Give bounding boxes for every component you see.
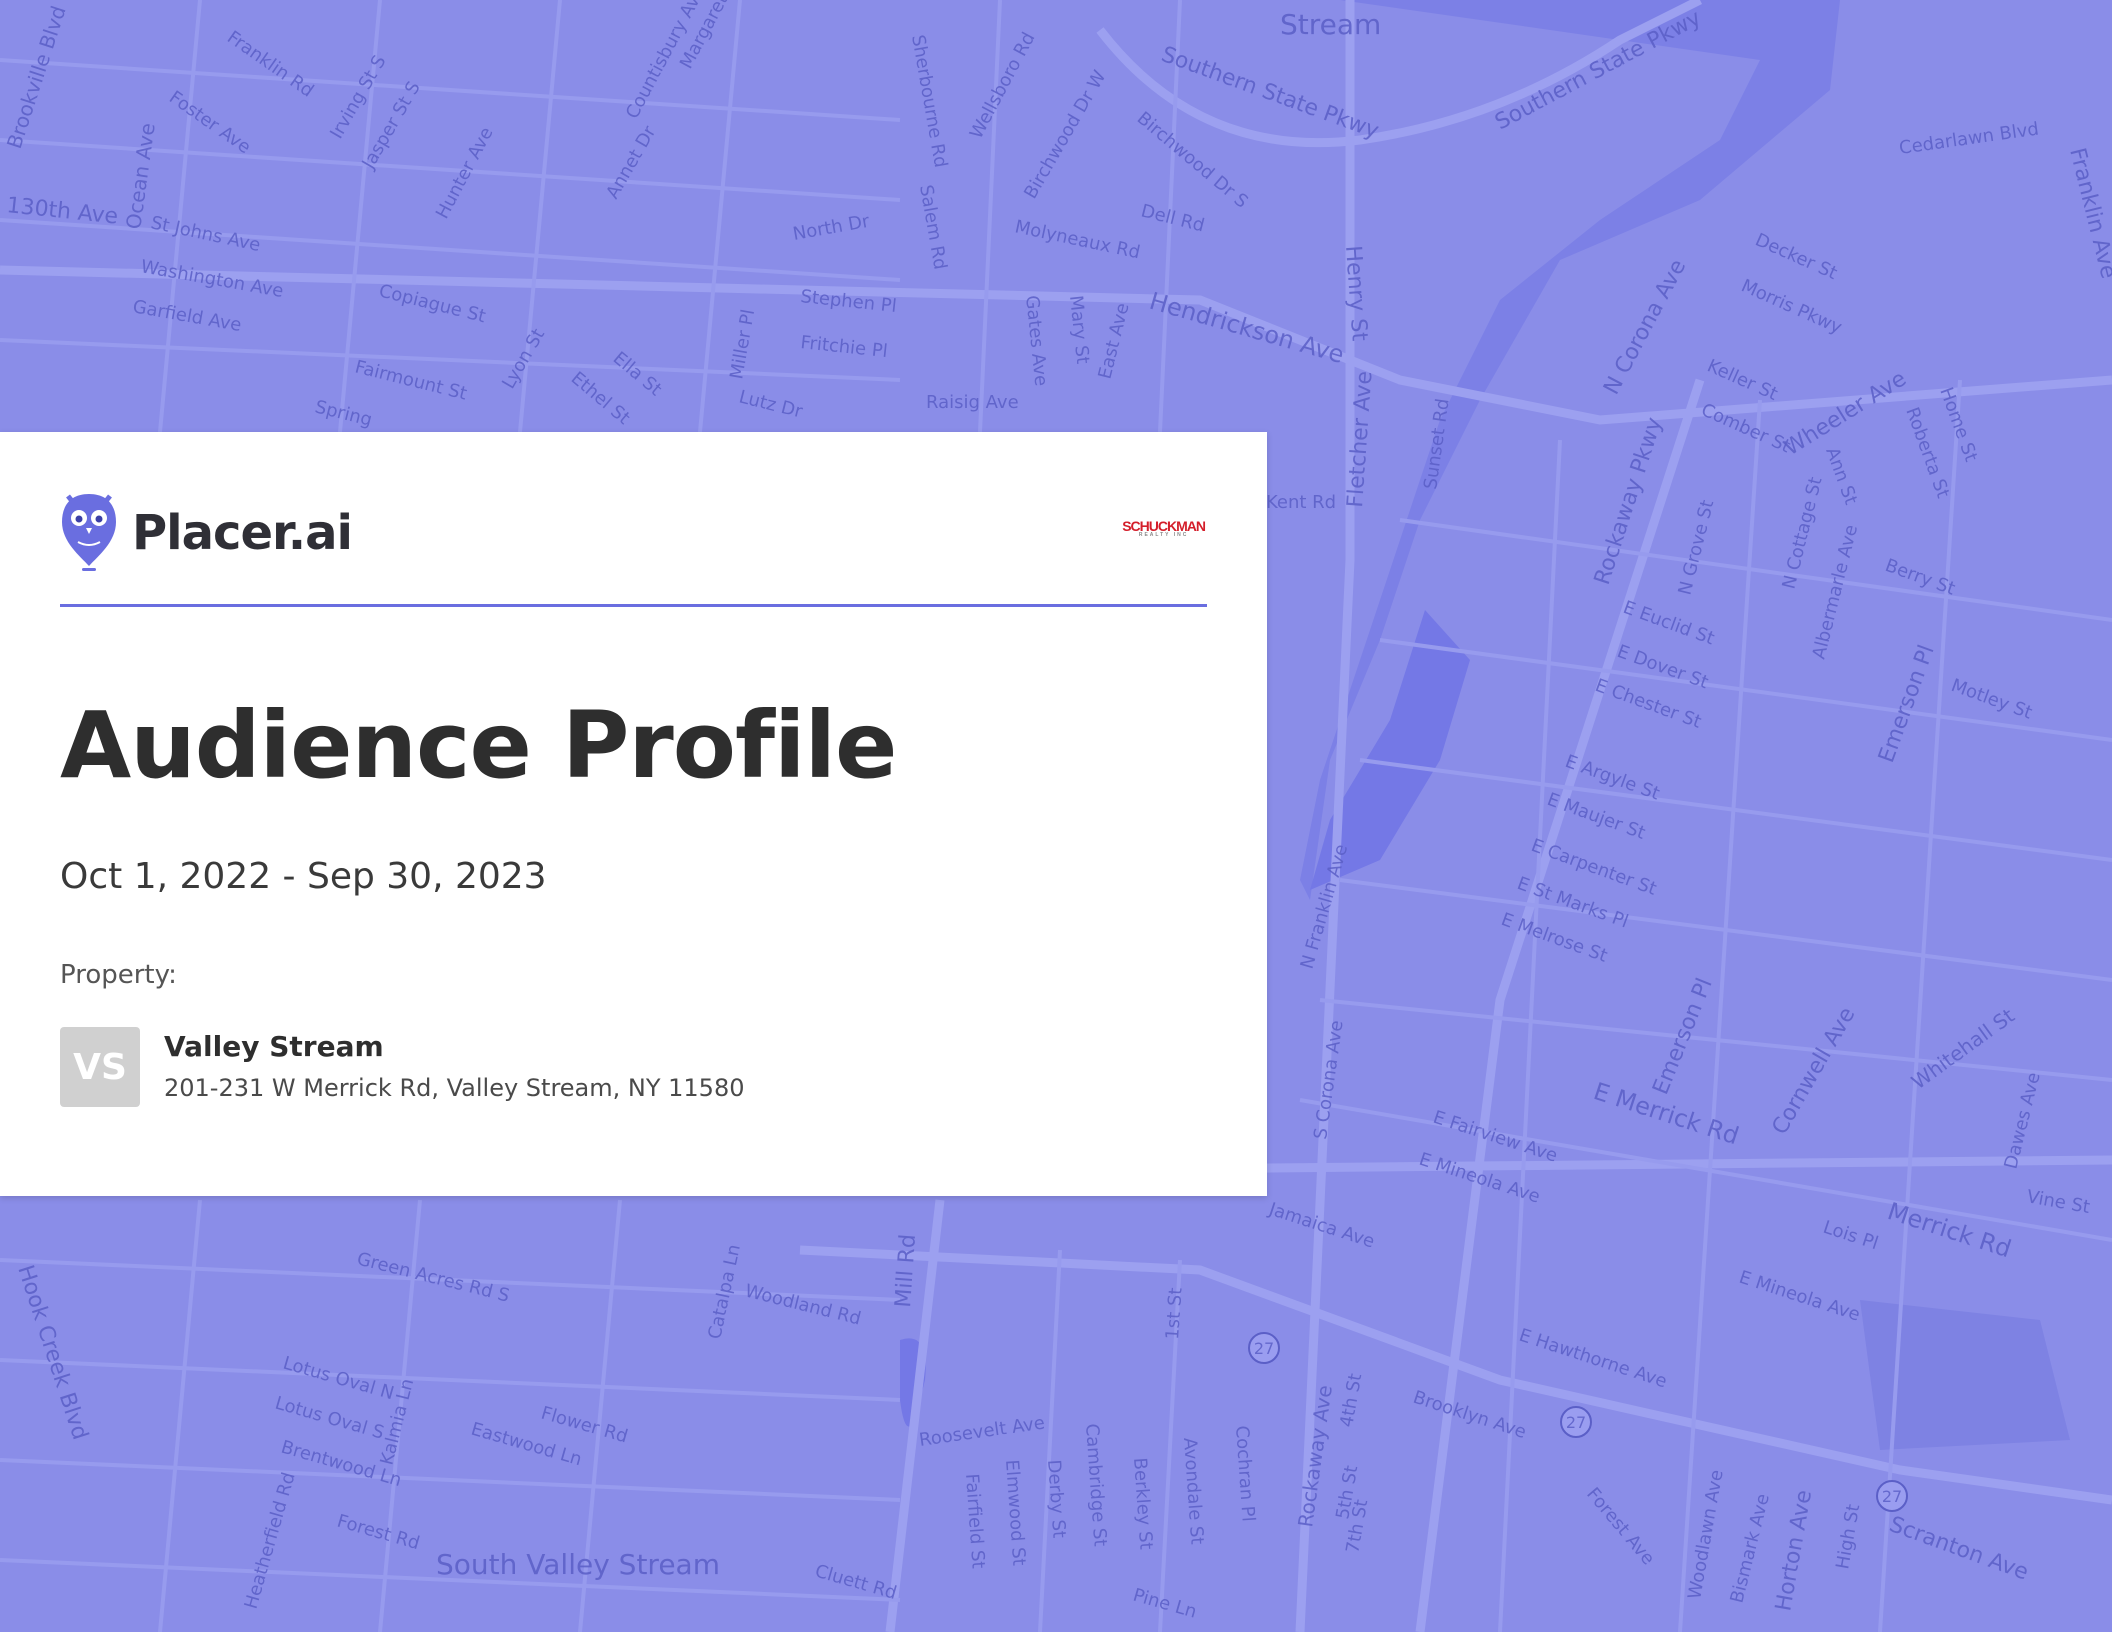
property-label: Property:: [60, 960, 177, 990]
property-name[interactable]: Valley Stream: [164, 1030, 384, 1063]
placer-brand[interactable]: Placer.ai: [60, 490, 353, 576]
route-shield-label: 27: [1254, 1339, 1274, 1358]
partner-logo: SCHUCKMAN REALTY INC: [1122, 519, 1206, 538]
owl-logo-icon: [60, 490, 118, 576]
map-label: 1st St: [1162, 1287, 1187, 1340]
map-label: South Valley Stream: [436, 1548, 720, 1581]
brand-name: Placer.ai: [132, 505, 353, 561]
map-label: Kent Rd: [1266, 492, 1336, 513]
route-shield-label: 27: [1566, 1413, 1586, 1432]
page-title: Audience Profile: [60, 692, 897, 799]
date-range: Oct 1, 2022 - Sep 30, 2023: [60, 856, 547, 897]
route-shield-label: 27: [1882, 1487, 1902, 1506]
property-avatar: VS: [60, 1027, 140, 1107]
map-label: Raisig Ave: [926, 392, 1019, 413]
map-label: Mill Rd: [891, 1233, 921, 1308]
map-label: Stream: [1280, 8, 1381, 41]
property-address: 201-231 W Merrick Rd, Valley Stream, NY …: [164, 1074, 745, 1102]
report-cover-card: Placer.ai SCHUCKMAN REALTY INC Audience …: [0, 432, 1267, 1196]
card-header: Placer.ai SCHUCKMAN REALTY INC: [60, 492, 1207, 607]
